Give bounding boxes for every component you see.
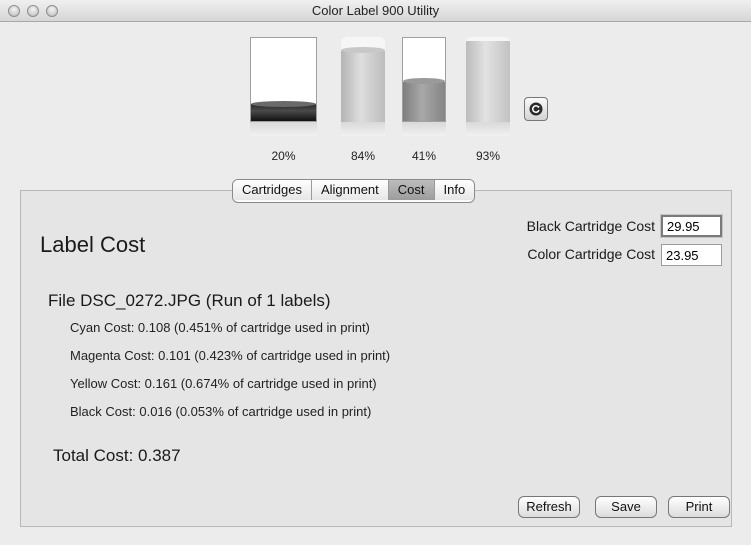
page-title: Label Cost — [40, 232, 146, 257]
color-cartridge-cost-field[interactable] — [661, 244, 722, 266]
black-level-label: 20% — [271, 149, 296, 163]
tab-cartridges[interactable]: Cartridges — [233, 180, 312, 200]
magenta-cartridge-gauge — [402, 37, 446, 136]
refresh-icon — [529, 102, 543, 116]
yellow-cartridge-gauge — [466, 37, 510, 136]
magenta-level-label: 41% — [411, 149, 437, 163]
refresh-button[interactable]: Refresh — [518, 496, 580, 518]
tab-info[interactable]: Info — [434, 180, 475, 200]
cyan-cartridge-gauge — [341, 37, 385, 136]
refresh-levels-button[interactable] — [524, 97, 548, 121]
black-cartridge-cost-field[interactable] — [661, 215, 722, 237]
cyan-cost-line: Cyan Cost: 0.108 (0.451% of cartridge us… — [70, 320, 370, 335]
black-cartridge-cost-label: Black Cartridge Cost — [526, 218, 655, 234]
file-summary: File DSC_0272.JPG (Run of 1 labels) — [48, 291, 331, 310]
print-button[interactable]: Print — [668, 496, 730, 518]
tab-cost[interactable]: Cost — [388, 180, 435, 200]
save-button[interactable]: Save — [595, 496, 657, 518]
black-cartridge-gauge — [250, 37, 317, 136]
tab-alignment[interactable]: Alignment — [311, 180, 389, 200]
color-cartridge-cost-label: Color Cartridge Cost — [527, 246, 655, 262]
total-cost: Total Cost: 0.387 — [53, 446, 181, 465]
window-titlebar: Color Label 900 Utility — [0, 0, 751, 22]
cyan-level-label: 84% — [350, 149, 376, 163]
magenta-cost-line: Magenta Cost: 0.101 (0.423% of cartridge… — [70, 348, 391, 363]
black-cost-line: Black Cost: 0.016 (0.053% of cartridge u… — [70, 404, 372, 419]
yellow-cost-line: Yellow Cost: 0.161 (0.674% of cartridge … — [70, 376, 377, 391]
yellow-level-label: 93% — [475, 149, 501, 163]
tab-bar: Cartridges Alignment Cost Info — [232, 179, 476, 203]
window-title: Color Label 900 Utility — [311, 3, 440, 18]
